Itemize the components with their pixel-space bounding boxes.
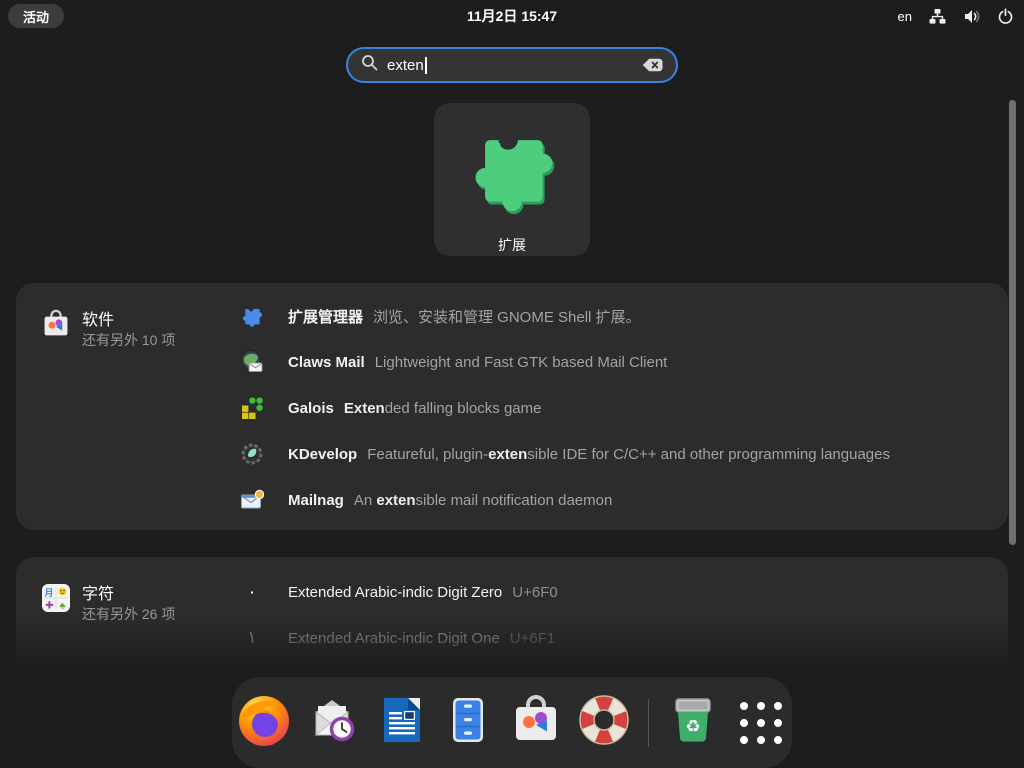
svg-text:✚: ✚ [45,601,53,612]
dock-trash[interactable]: ♻ [665,695,721,751]
system-status-area[interactable]: en [898,0,1014,32]
software-store-icon [508,692,564,753]
search-input[interactable]: exten [346,47,678,83]
result-row-mailnag[interactable]: Mailnag An extensible mail notification … [224,477,998,523]
gnome-characters-icon: 月 ✚ ♣ [40,582,72,619]
top-result-label: 扩展 [498,235,526,255]
result-description: An extensible mail notification daemon [354,492,612,509]
character-glyph: ۰ [240,582,264,602]
result-name: Mailnag [288,492,344,509]
section-title: 字符 [82,580,114,604]
result-name: 扩展管理器 [288,306,363,327]
network-icon [929,8,946,25]
dock-files[interactable] [440,695,496,751]
result-row-galois[interactable]: Galois Extended falling blocks game [224,385,998,431]
extensions-puzzle-icon [464,120,560,221]
text-caret [425,57,427,74]
result-name: Claws Mail [288,354,365,371]
svg-text:♻: ♻ [685,717,700,737]
result-name: Galois [288,400,334,417]
character-codepoint: U+6F0 [512,584,557,601]
activities-button[interactable]: 活动 [8,4,64,28]
svg-text:♣: ♣ [60,601,66,611]
section-title: 软件 [82,306,114,330]
result-row-claws-mail[interactable]: Claws Mail Lightweight and Fast GTK base… [224,339,998,385]
result-description: Lightweight and Fast GTK based Mail Clie… [375,354,668,371]
mailnag-icon [240,488,264,512]
clock-button[interactable]: 11月2日 15:47 [467,0,557,32]
result-description: Featureful, plugin-extensible IDE for C/… [367,446,890,463]
character-codepoint: U+6F1 [510,630,555,647]
results-scrollbar[interactable] [1009,100,1016,545]
software-result-list: 扩展管理器 浏览、安装和管理 GNOME Shell 扩展。 Claws Mai… [224,293,998,523]
dock-firefox[interactable] [236,695,292,751]
search-query-text: exten [387,57,642,74]
trash-icon: ♻ [665,692,721,753]
result-row-kdevelop[interactable]: KDevelop Featureful, plugin-extensible I… [224,431,998,477]
characters-result-list: ۰ Extended Arabic-indic Digit Zero U+6F0… [224,567,998,661]
result-row-digit-one[interactable]: ۱ Extended Arabic-indic Digit One U+6F1 [224,615,998,661]
claws-mail-icon [240,350,264,374]
result-description: 浏览、安装和管理 GNOME Shell 扩展。 [373,306,641,327]
result-row-extension-manager[interactable]: 扩展管理器 浏览、安装和管理 GNOME Shell 扩展。 [224,293,998,339]
dock-evolution-mail[interactable] [304,695,360,751]
result-row-digit-zero[interactable]: ۰ Extended Arabic-indic Digit Zero U+6F0 [224,569,998,615]
gnome-software-bag-icon [40,308,72,345]
keyboard-layout-indicator: en [898,9,912,24]
dock-separator [648,699,649,747]
help-lifebuoy-icon [576,692,632,753]
search-icon [361,54,378,76]
svg-text:月: 月 [43,588,53,598]
search-section-characters: 月 ✚ ♣ 字符 还有另外 26 项 ۰ Extended Arabic-ind… [16,557,1008,669]
files-cabinet-icon [440,692,496,753]
kdevelop-icon [240,442,264,466]
character-glyph: ۱ [240,628,264,648]
top-bar: 活动 11月2日 15:47 en [0,0,1024,32]
power-icon [997,8,1014,25]
dock-help[interactable] [576,695,632,751]
search-section-software: 软件 还有另外 10 项 扩展管理器 浏览、安装和管理 GNOME Shell … [16,283,1008,530]
section-more-count: 还有另外 10 项 [82,330,175,350]
volume-icon [963,8,980,25]
galois-icon [240,396,264,420]
dash-dock: ♻ [232,677,792,768]
result-description: Extended falling blocks game [344,400,542,417]
dock-app-grid[interactable] [733,695,789,751]
firefox-icon [236,692,292,753]
evolution-mail-icon [304,692,360,753]
dock-software[interactable] [508,695,564,751]
libreoffice-writer-icon [372,692,428,753]
character-name: Extended Arabic-indic Digit One [288,630,500,647]
extension-manager-icon [240,304,264,328]
app-grid-icon [740,702,782,744]
clear-backspace-icon[interactable] [642,58,663,72]
section-more-count: 还有另外 26 项 [82,604,175,624]
clock-label: 11月2日 15:47 [467,6,557,26]
character-name: Extended Arabic-indic Digit Zero [288,584,502,601]
gnome-overview-screen: 活动 11月2日 15:47 en [0,0,1024,768]
dock-libreoffice-writer[interactable] [372,695,428,751]
activities-label: 活动 [23,7,49,26]
result-name: KDevelop [288,446,357,463]
top-result-extensions[interactable]: 扩展 [434,103,590,256]
